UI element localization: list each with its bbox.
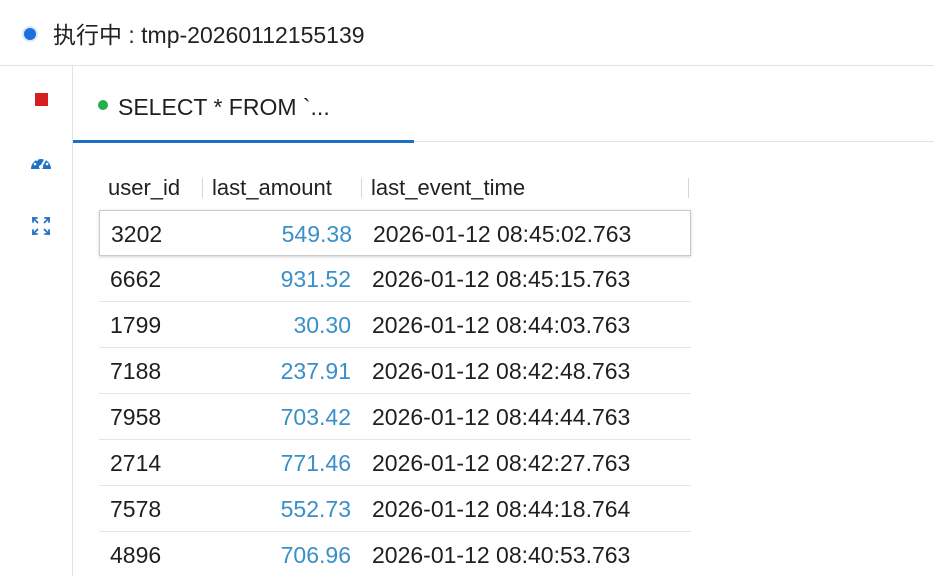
execution-status-text: 执行中 : tmp-20260112155139 xyxy=(53,22,365,48)
cell-user-id: 1799 xyxy=(110,312,162,338)
tab-label: SELECT * FROM `... xyxy=(118,94,330,120)
table-row[interactable]: 2714 771.46 2026-01-12 08:42:27.763 xyxy=(99,440,691,486)
dashboard-gauge-icon xyxy=(31,156,51,169)
cell-user-id: 4896 xyxy=(110,542,162,568)
column-resize-handle[interactable] xyxy=(361,178,362,198)
table-row[interactable]: 7958 703.42 2026-01-12 08:44:44.763 xyxy=(99,394,691,440)
cell-last-amount: 549.38 xyxy=(281,221,352,247)
stop-button[interactable] xyxy=(22,80,60,118)
expand-icon xyxy=(32,217,50,235)
cell-last-amount: 237.91 xyxy=(280,358,351,384)
cell-last-event-time: 2026-01-12 08:42:48.763 xyxy=(372,358,631,384)
column-header-last-event-time[interactable]: last_event_time xyxy=(371,174,525,202)
tab-status-dot-icon xyxy=(98,100,108,110)
result-grid: user_id last_amount last_event_time 3202… xyxy=(99,166,691,576)
cell-last-amount: 931.52 xyxy=(280,266,351,292)
cell-last-event-time: 2026-01-12 08:45:15.763 xyxy=(372,266,631,292)
cell-last-amount: 30.30 xyxy=(293,312,351,338)
column-header-last-amount[interactable]: last_amount xyxy=(212,174,332,202)
table-row[interactable]: 7578 552.73 2026-01-12 08:44:18.764 xyxy=(99,486,691,532)
cell-last-amount: 552.73 xyxy=(280,496,351,522)
cell-last-event-time: 2026-01-12 08:44:03.763 xyxy=(372,312,631,338)
cell-last-event-time: 2026-01-12 08:45:02.763 xyxy=(373,221,632,247)
cell-user-id: 7578 xyxy=(110,496,162,522)
table-row[interactable]: 1799 30.30 2026-01-12 08:44:03.763 xyxy=(99,302,691,348)
execution-status-bar: 执行中 : tmp-20260112155139 xyxy=(0,0,934,66)
stop-icon xyxy=(34,92,48,106)
tab-select-query[interactable]: SELECT * FROM `... xyxy=(73,66,414,143)
column-resize-handle[interactable] xyxy=(202,178,203,198)
cell-last-amount: 706.96 xyxy=(280,542,351,568)
cell-user-id: 2714 xyxy=(110,450,162,476)
cell-user-id: 6662 xyxy=(110,266,162,292)
table-row[interactable]: 6662 931.52 2026-01-12 08:45:15.763 xyxy=(99,256,691,302)
cell-last-event-time: 2026-01-12 08:44:44.763 xyxy=(372,404,631,430)
cell-last-amount: 703.42 xyxy=(280,404,351,430)
cell-last-event-time: 2026-01-12 08:40:53.763 xyxy=(372,542,631,568)
cell-last-event-time: 2026-01-12 08:44:18.764 xyxy=(372,496,631,522)
cell-user-id: 7188 xyxy=(110,358,162,384)
dashboard-button[interactable] xyxy=(22,144,60,182)
table-row[interactable]: 7188 237.91 2026-01-12 08:42:48.763 xyxy=(99,348,691,394)
table-row[interactable]: 3202 549.38 2026-01-12 08:45:02.763 xyxy=(99,210,691,256)
tab-active-indicator xyxy=(73,140,414,143)
table-row[interactable]: 4896 706.96 2026-01-12 08:40:53.763 xyxy=(99,532,691,576)
column-header-user-id[interactable]: user_id xyxy=(108,174,180,202)
running-status-icon xyxy=(24,28,36,40)
cell-user-id: 3202 xyxy=(111,221,163,247)
expand-button[interactable] xyxy=(22,207,60,245)
cell-last-amount: 771.46 xyxy=(280,450,351,476)
result-tab-strip: SELECT * FROM `... xyxy=(73,66,934,143)
query-result-panel: 执行中 : tmp-20260112155139 SELECT * FROM `… xyxy=(0,0,934,576)
cell-user-id: 7958 xyxy=(110,404,162,430)
side-toolbar xyxy=(0,66,73,576)
column-resize-handle[interactable] xyxy=(688,178,689,198)
cell-last-event-time: 2026-01-12 08:42:27.763 xyxy=(372,450,631,476)
grid-header: user_id last_amount last_event_time xyxy=(99,166,691,210)
